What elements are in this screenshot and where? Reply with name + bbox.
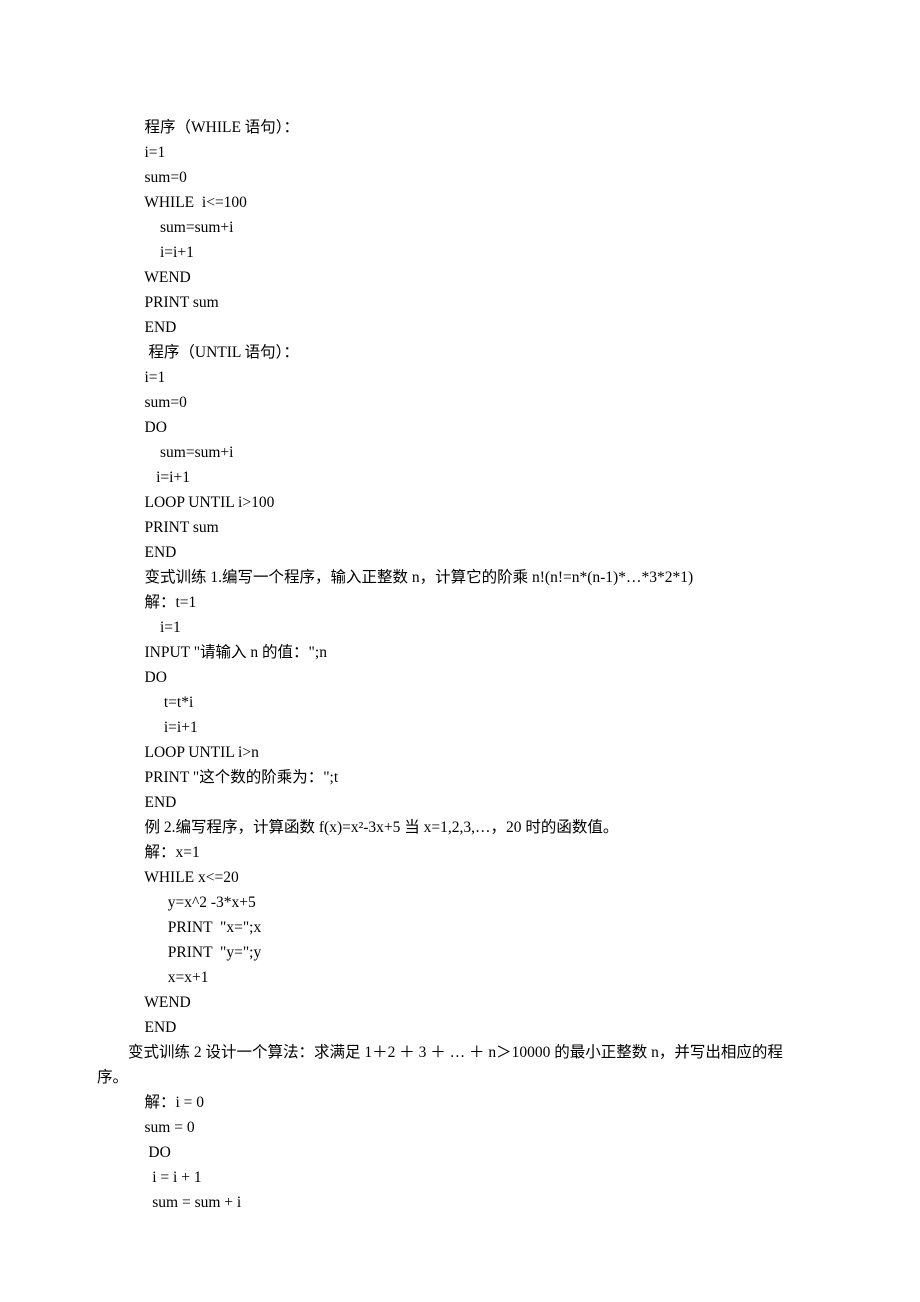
text-line: sum = sum + i [0, 1190, 920, 1215]
text-line: END [0, 540, 920, 565]
text-line: sum=0 [0, 390, 920, 415]
text-line: PRINT sum [0, 515, 920, 540]
text-line: 例 2.编写程序，计算函数 f(x)=x²-3x+5 当 x=1,2,3,…，2… [0, 815, 920, 840]
text-line: PRINT sum [0, 290, 920, 315]
text-line: WHILE x<=20 [0, 865, 920, 890]
text-line: sum=0 [0, 165, 920, 190]
text-line: 程序（UNTIL 语句）： [0, 340, 920, 365]
text-line: t=t*i [0, 690, 920, 715]
text-line: END [0, 1015, 920, 1040]
text-line: END [0, 790, 920, 815]
text-line: PRINT "y=";y [0, 940, 920, 965]
text-line: DO [0, 415, 920, 440]
text-line: DO [0, 665, 920, 690]
text-line: END [0, 315, 920, 340]
text-line: PRINT "这个数的阶乘为：";t [0, 765, 920, 790]
text-line: 解：i = 0 [0, 1090, 920, 1115]
text-line: x=x+1 [0, 965, 920, 990]
text-line: i=1 [0, 365, 920, 390]
text-line: WEND [0, 265, 920, 290]
text-line: PRINT "x=";x [0, 915, 920, 940]
text-line: LOOP UNTIL i>100 [0, 490, 920, 515]
text-line: y=x^2 -3*x+5 [0, 890, 920, 915]
text-line: 变式训练 1.编写一个程序，输入正整数 n，计算它的阶乘 n!(n!=n*(n-… [0, 565, 920, 590]
text-line: i=1 [0, 140, 920, 165]
text-line: INPUT "请输入 n 的值：";n [0, 640, 920, 665]
text-line: 程序（WHILE 语句）： [0, 115, 920, 140]
text-line: 解：t=1 [0, 590, 920, 615]
text-line: DO [0, 1140, 920, 1165]
document-page: 程序（WHILE 语句）： i=1 sum=0 WHILE i<=100 sum… [0, 0, 920, 1302]
text-line: i = i + 1 [0, 1165, 920, 1190]
text-line: i=i+1 [0, 240, 920, 265]
text-line: WHILE i<=100 [0, 190, 920, 215]
text-line: sum = 0 [0, 1115, 920, 1140]
text-line: i=i+1 [0, 715, 920, 740]
text-line: sum=sum+i [0, 215, 920, 240]
text-line: sum=sum+i [0, 440, 920, 465]
text-line: i=1 [0, 615, 920, 640]
text-line: 变式训练 2 设计一个算法：求满足 1＋2 ＋ 3 ＋ … ＋ n＞10000 … [0, 1040, 920, 1090]
text-line: 解：x=1 [0, 840, 920, 865]
text-line: i=i+1 [0, 465, 920, 490]
text-line: LOOP UNTIL i>n [0, 740, 920, 765]
text-line: WEND [0, 990, 920, 1015]
